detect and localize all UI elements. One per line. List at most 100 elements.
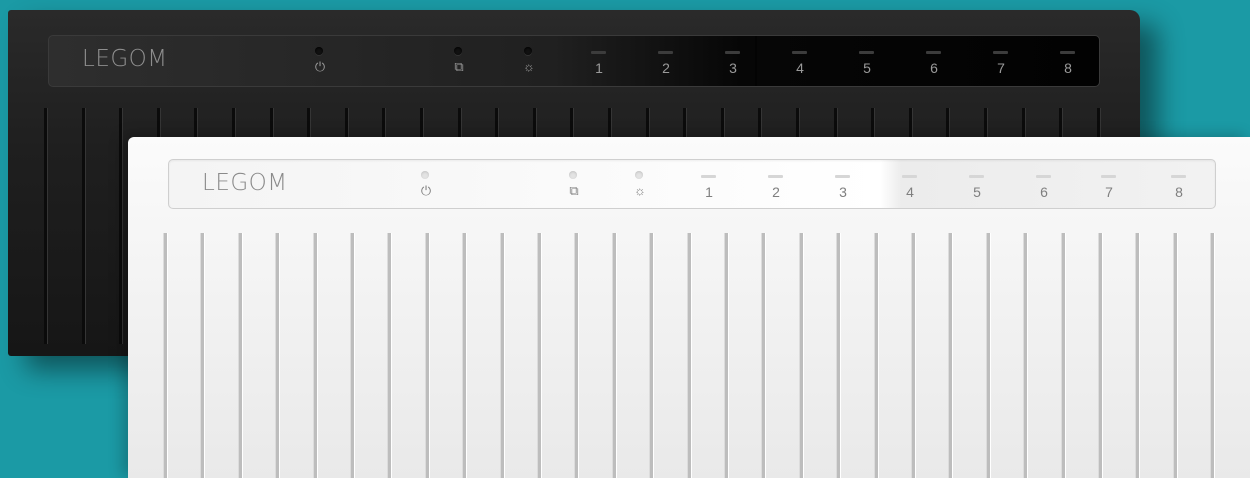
vent-slot xyxy=(949,233,953,478)
port-1-indicator: 1 xyxy=(584,36,614,86)
power-icon: ⏻ xyxy=(420,183,432,198)
vent-slot xyxy=(1211,233,1215,478)
activity-icon: ☼ xyxy=(523,59,535,74)
port-led xyxy=(835,175,850,178)
port-led xyxy=(902,175,917,178)
port-7-indicator: 7 xyxy=(1094,160,1124,208)
port-label: 1 xyxy=(705,184,713,200)
vent-slot xyxy=(799,233,803,478)
activity-led xyxy=(524,47,532,55)
port-2-indicator: 2 xyxy=(761,160,791,208)
vent-slot xyxy=(164,233,167,478)
port-label: 4 xyxy=(796,60,804,76)
vent-slot xyxy=(612,233,616,478)
port-label: 7 xyxy=(1105,184,1113,200)
vent-slot xyxy=(575,233,579,478)
vent-slot xyxy=(1173,233,1177,478)
port-label: 1 xyxy=(595,60,603,76)
port-led xyxy=(1036,175,1051,178)
port-6-indicator: 6 xyxy=(919,36,949,86)
network-led xyxy=(569,171,577,179)
vent-slot xyxy=(313,233,317,478)
port-led xyxy=(993,51,1008,54)
port-led xyxy=(1171,175,1186,178)
port-label: 8 xyxy=(1175,184,1183,200)
vent-slot xyxy=(1099,233,1102,478)
vent-slot xyxy=(762,233,766,478)
vent-slot xyxy=(874,233,878,478)
port-label: 5 xyxy=(863,60,871,76)
vent-slot xyxy=(538,233,541,478)
port-label: 3 xyxy=(839,184,847,200)
port-led xyxy=(859,51,874,54)
port-led xyxy=(1060,51,1075,54)
port-label: 6 xyxy=(930,60,938,76)
port-label: 3 xyxy=(729,60,737,76)
activity-led xyxy=(635,171,643,179)
vent-slot xyxy=(1061,233,1065,478)
ventilation-grille xyxy=(164,233,1250,478)
vent-slot xyxy=(44,108,47,344)
port-3-indicator: 3 xyxy=(718,36,748,86)
port-1-indicator: 1 xyxy=(694,160,724,208)
vent-slot xyxy=(650,233,654,478)
power-icon: ⏻ xyxy=(314,59,326,74)
vent-slot xyxy=(81,108,85,344)
port-3-indicator: 3 xyxy=(828,160,858,208)
port-7-indicator: 7 xyxy=(986,36,1016,86)
port-led xyxy=(926,51,941,54)
vent-slot xyxy=(837,233,841,478)
vent-slot xyxy=(687,233,691,478)
vent-slot xyxy=(351,233,354,478)
port-6-indicator: 6 xyxy=(1029,160,1059,208)
port-led xyxy=(792,51,807,54)
port-led xyxy=(969,175,984,178)
vent-slot xyxy=(425,233,429,478)
port-led xyxy=(768,175,783,178)
vent-slot xyxy=(725,233,728,478)
front-panel: LEGOM ⏻ ⧉ ☼ 1 2 3 4 5 6 7 8 xyxy=(48,35,1100,87)
network-icon: ⧉ xyxy=(569,183,579,198)
port-label: 7 xyxy=(997,60,1005,76)
power-indicator: ⏻ xyxy=(411,160,441,208)
port-led xyxy=(658,51,673,54)
port-label: 8 xyxy=(1064,60,1072,76)
brand-logo: LEGOM xyxy=(82,46,168,72)
activity-indicator: ☼ xyxy=(514,36,544,86)
vent-slot xyxy=(912,233,915,478)
port-8-indicator: 8 xyxy=(1053,36,1083,86)
activity-icon: ☼ xyxy=(634,183,646,198)
network-led xyxy=(454,47,462,55)
power-led xyxy=(421,171,429,179)
vent-slot xyxy=(238,233,242,478)
vent-slot xyxy=(276,233,280,478)
vent-slot xyxy=(201,233,205,478)
port-label: 6 xyxy=(1040,184,1048,200)
port-2-indicator: 2 xyxy=(651,36,681,86)
power-indicator: ⏻ xyxy=(305,36,335,86)
vent-slot xyxy=(1136,233,1140,478)
vent-slot xyxy=(119,108,123,344)
port-led xyxy=(725,51,740,54)
vent-slot xyxy=(388,233,392,478)
port-label: 4 xyxy=(906,184,914,200)
vent-slot xyxy=(986,233,990,478)
network-indicator: ⧉ xyxy=(559,160,589,208)
port-5-indicator: 5 xyxy=(852,36,882,86)
port-label: 5 xyxy=(973,184,981,200)
brand-logo: LEGOM xyxy=(202,170,288,196)
port-led xyxy=(1101,175,1116,178)
port-4-indicator: 4 xyxy=(785,36,815,86)
white-network-switch: LEGOM ⏻ ⧉ ☼ 1 2 3 4 5 6 7 8 xyxy=(128,137,1250,478)
port-label: 2 xyxy=(662,60,670,76)
port-label: 2 xyxy=(772,184,780,200)
network-indicator: ⧉ xyxy=(444,36,474,86)
vent-slot xyxy=(1024,233,1028,478)
port-led xyxy=(591,51,606,54)
network-icon: ⧉ xyxy=(454,59,464,74)
vent-slot xyxy=(500,233,504,478)
port-8-indicator: 8 xyxy=(1164,160,1194,208)
port-led xyxy=(701,175,716,178)
power-led xyxy=(315,47,323,55)
activity-indicator: ☼ xyxy=(625,160,655,208)
